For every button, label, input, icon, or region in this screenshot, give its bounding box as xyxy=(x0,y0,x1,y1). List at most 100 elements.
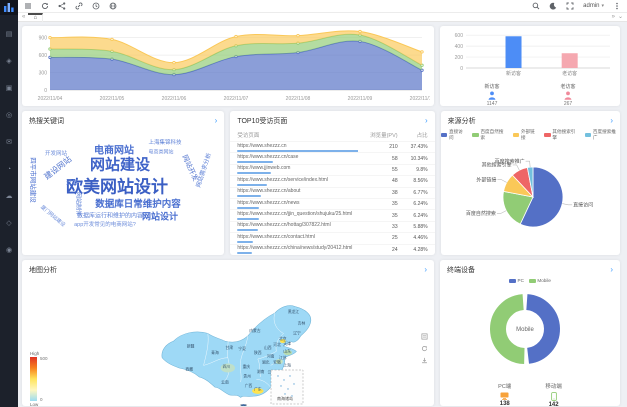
province-label[interactable]: 河南 xyxy=(267,354,275,359)
province-label[interactable]: 甘肃 xyxy=(225,345,233,350)
table-row[interactable]: https://www.shezzz.cn21037.43% xyxy=(230,141,434,152)
sources-pie-chart[interactable]: 直接访问百度自然搜索外部链接其他搜索引擎百度搜索推广 xyxy=(441,141,620,255)
legend-item[interactable]: 其他搜索引擎 xyxy=(544,129,580,141)
globe-icon[interactable] xyxy=(109,2,117,10)
fullscreen-icon[interactable] xyxy=(566,2,574,10)
province-label[interactable]: 湖南 xyxy=(257,369,265,374)
theme-icon[interactable] xyxy=(549,2,557,10)
sidebar-item-cloud[interactable]: ☁ xyxy=(6,193,13,201)
province-label[interactable]: 重庆 xyxy=(243,364,251,369)
visitors-bar-chart[interactable]: 0200400600新访客老访客 xyxy=(444,28,616,78)
province-label[interactable]: 青海 xyxy=(211,350,219,355)
keyword[interactable]: 上海集锦科技 xyxy=(148,138,181,146)
legend-item[interactable]: 百度搜索推广 xyxy=(585,129,620,141)
keyword[interactable]: 四平市网站建设 xyxy=(29,157,39,203)
province-label[interactable]: 内蒙古 xyxy=(249,328,261,333)
traffic-area-chart[interactable]: 03006009002022/11/042022/11/052022/11/06… xyxy=(26,27,430,106)
province-label[interactable]: 广西 xyxy=(245,383,253,388)
sidebar-item-messages[interactable]: ✉ xyxy=(6,139,12,147)
legend-item[interactable]: 外部链接 xyxy=(513,129,539,141)
keyword[interactable]: 数据库运行和维护的内容 xyxy=(77,211,143,220)
keyword[interactable]: 开发网站 xyxy=(45,149,67,157)
refresh-icon[interactable] xyxy=(41,2,49,10)
table-row[interactable]: https://www.shezzz.cn/hottag/307822.html… xyxy=(230,221,434,232)
page-url[interactable]: https://www.shezzz.cn/case xyxy=(237,154,357,163)
province-label[interactable]: 上海 xyxy=(283,363,291,368)
toolbox-restore-icon[interactable] xyxy=(421,345,428,352)
toolbox-save-icon[interactable] xyxy=(421,357,428,364)
sidebar-item-analysis[interactable]: ◎ xyxy=(6,112,12,120)
page-url[interactable]: https://www.shezzz.cn/china/news/study/2… xyxy=(237,245,357,254)
china-map[interactable]: 新疆西藏 青海 甘肃 内蒙古 黑龙江吉林辽宁北京天津河北山西山东河南陕西 宁夏四川 重庆 湖北… xyxy=(22,277,434,406)
legend-item[interactable]: 直接访问 xyxy=(441,129,467,141)
panel-link-icon[interactable]: › xyxy=(610,267,613,273)
province-label[interactable]: 黑龙江 xyxy=(288,309,300,314)
table-row[interactable]: https://www.shezzz.cn/news356.24% xyxy=(230,198,434,209)
sidebar-item-monitor[interactable]: ◈ xyxy=(6,58,11,66)
table-row[interactable]: https://www.shezzz.cn/case5810.34% xyxy=(230,152,434,163)
province-label[interactable]: 云南 xyxy=(221,379,229,384)
keyword[interactable]: 厦门网站建设 xyxy=(39,204,66,229)
table-row[interactable]: https://www.jjinweb.com559.8% xyxy=(230,164,434,175)
keyword[interactable]: 开发 xyxy=(66,178,78,187)
history-icon[interactable] xyxy=(92,2,100,10)
keyword[interactable]: 电商网站 xyxy=(94,142,134,157)
province-label[interactable]: 湖北 xyxy=(262,360,270,365)
sidebar-item-dashboard[interactable]: ▤ xyxy=(6,31,13,39)
keyword[interactable]: 数据库日常维护内容 xyxy=(95,196,181,210)
province-label[interactable]: 山西 xyxy=(264,345,272,350)
province-label[interactable]: 宁夏 xyxy=(238,346,246,351)
province-label[interactable]: 贵州 xyxy=(243,374,251,379)
province-label[interactable]: 吉林 xyxy=(298,320,306,325)
province-label[interactable]: 天津 xyxy=(283,341,291,346)
panel-link-icon[interactable]: › xyxy=(610,118,613,124)
sidebar-item-components[interactable]: ◇ xyxy=(6,220,11,228)
sidebar-item-settings[interactable]: ◉ xyxy=(6,247,12,255)
panel-link-icon[interactable]: › xyxy=(424,267,427,273)
province-label[interactable]: 安徽 xyxy=(273,360,281,365)
tab-options-icon[interactable]: ⌄ xyxy=(618,13,623,22)
keyword[interactable]: 网站建设 xyxy=(90,154,150,175)
province-label[interactable]: 江苏 xyxy=(279,355,287,360)
panel-link-icon[interactable]: › xyxy=(425,118,428,124)
province-label[interactable]: 广东 xyxy=(254,386,262,391)
keyword[interactable]: 电商类网站 xyxy=(148,149,173,156)
page-url[interactable]: https://www.shezzz.cn/about xyxy=(237,188,357,197)
panel-link-icon[interactable]: › xyxy=(215,118,218,124)
devices-donut-chart[interactable]: Mobile xyxy=(440,283,620,375)
menu-icon[interactable] xyxy=(24,2,32,10)
keyword[interactable]: 网站设计 xyxy=(142,210,178,223)
province-label[interactable]: 山东 xyxy=(283,349,291,354)
search-icon[interactable] xyxy=(532,2,540,10)
sidebar-item-history[interactable]: ◔ xyxy=(7,166,11,174)
table-row[interactable]: https://www.shezzz.cn/contact.html254.46… xyxy=(230,232,434,243)
table-row[interactable]: https://www.shezzz.cn/service/index.html… xyxy=(230,175,434,186)
table-row[interactable]: https://www.shezzz.cn/about386.77% xyxy=(230,187,434,198)
page-url[interactable]: https://www.shezzz.cn/service/index.html xyxy=(237,177,357,186)
scroll-tabs-left-icon[interactable]: « xyxy=(22,13,25,22)
province-label[interactable]: 海南 xyxy=(240,404,248,406)
province-label[interactable]: 四川 xyxy=(223,364,231,369)
share-icon[interactable] xyxy=(58,2,66,10)
province-label[interactable]: 新疆 xyxy=(187,344,195,349)
user-menu[interactable]: admin ▾ xyxy=(583,3,604,9)
link-icon[interactable] xyxy=(75,2,83,10)
page-url[interactable]: https://www.shezzz.cn/news xyxy=(237,200,357,209)
table-row[interactable]: https://www.shezzz.cn/china/news/study/2… xyxy=(230,244,434,255)
page-url[interactable]: https://www.shezzz.cn/hottag/307822.html xyxy=(237,222,357,231)
toolbox-dataview-icon[interactable] xyxy=(421,333,428,340)
scroll-tabs-right-icon[interactable]: » xyxy=(612,13,615,22)
app-logo[interactable] xyxy=(0,0,18,15)
more-icon[interactable] xyxy=(613,2,621,10)
table-row[interactable]: https://www.shezzz.cn/jjin_question/shuj… xyxy=(230,209,434,220)
province-label[interactable]: 西藏 xyxy=(185,367,193,372)
province-label[interactable]: 陕西 xyxy=(254,350,262,355)
sidebar-item-reports[interactable]: ▣ xyxy=(6,85,13,93)
province-label[interactable]: 河北 xyxy=(273,342,281,347)
province-label[interactable]: 辽宁 xyxy=(293,331,301,336)
page-url[interactable]: https://www.shezzz.cn xyxy=(237,143,357,152)
province-label[interactable]: 北京 xyxy=(279,336,287,341)
keyword[interactable]: 网站制作 xyxy=(75,192,84,216)
legend-item[interactable]: 百度自然搜索 xyxy=(472,129,508,141)
keyword[interactable]: app开发常见的电商网站? xyxy=(74,220,136,228)
